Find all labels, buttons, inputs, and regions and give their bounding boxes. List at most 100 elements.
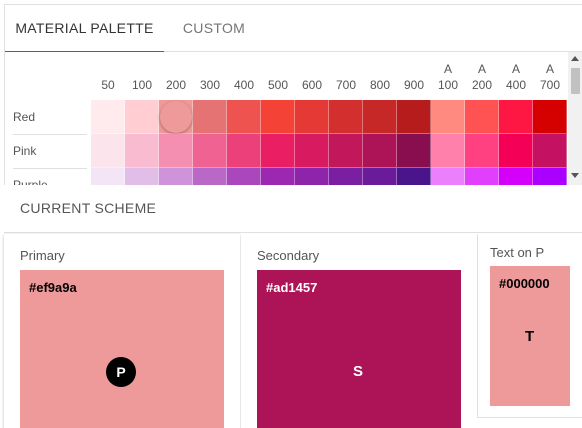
palette-color-swatch[interactable] [227, 168, 261, 185]
palette-color-swatch[interactable] [261, 100, 295, 134]
scroll-down-arrow-icon[interactable] [571, 173, 579, 178]
palette-color-swatch[interactable] [193, 168, 227, 185]
palette-color-swatch[interactable] [193, 100, 227, 134]
palette-color-swatch[interactable] [159, 100, 193, 134]
palette-column-header: A 100 [431, 52, 465, 100]
palette-column-header: 50 [91, 52, 125, 100]
palette-color-swatch[interactable] [397, 134, 431, 168]
palette-color-swatch[interactable] [363, 168, 397, 185]
column-header-shade: 800 [369, 78, 391, 92]
palette-row-label: Purple [13, 178, 48, 185]
column-header-shade: 400 [505, 78, 527, 92]
palette-row-label: Pink [13, 144, 37, 158]
palette-color-swatch[interactable] [499, 168, 533, 185]
palette-color-swatch[interactable] [193, 134, 227, 168]
palette-color-swatch[interactable] [329, 134, 363, 168]
palette-color-swatch[interactable] [261, 134, 295, 168]
palette-color-swatch[interactable] [499, 134, 533, 168]
palette-color-swatch[interactable] [159, 168, 193, 185]
palette-color-swatch[interactable] [465, 134, 499, 168]
current-scheme-heading: CURRENT SCHEME [20, 200, 157, 216]
palette-color-swatch[interactable] [295, 134, 329, 168]
column-header-accent: A [443, 62, 452, 76]
palette-column-header: 400 [227, 52, 261, 100]
column-header-shade: 500 [267, 78, 289, 92]
palette-color-swatch[interactable] [295, 168, 329, 185]
secondary-label: Secondary [257, 248, 320, 263]
palette-color-swatch[interactable] [499, 100, 533, 134]
tab-material-palette[interactable]: MATERIAL PALETTE [5, 5, 164, 52]
palette-color-swatch[interactable] [91, 100, 125, 134]
scroll-up-arrow-icon[interactable] [571, 56, 579, 61]
palette-color-swatch[interactable] [363, 134, 397, 168]
palette-column-header: 700 [329, 52, 363, 100]
palette-color-swatch[interactable] [295, 100, 329, 134]
column-header-shade: 100 [437, 78, 459, 92]
palette-column-header: 500 [261, 52, 295, 100]
palette-column-header: A 700 [533, 52, 567, 100]
palette-color-swatch[interactable] [363, 100, 397, 134]
palette-color-swatch[interactable] [533, 100, 567, 134]
scheme-divider [4, 232, 582, 233]
column-header-shade: 400 [233, 78, 255, 92]
palette-column-header: A 400 [499, 52, 533, 100]
palette-color-swatch[interactable] [465, 100, 499, 134]
palette-scrollbar[interactable] [568, 52, 582, 185]
text-on-primary-swatch[interactable]: #000000 T [490, 266, 570, 406]
palette-color-swatch[interactable] [159, 134, 193, 168]
palette-row-label: Red [13, 110, 36, 124]
secondary-letter: S [353, 363, 364, 380]
palette-color-swatch[interactable] [261, 168, 295, 185]
primary-color-card: Primary #ef9a9a P [4, 234, 240, 428]
column-header-accent: A [511, 62, 520, 76]
palette-color-swatch[interactable] [533, 168, 567, 185]
secondary-swatch[interactable]: #ad1457 S [257, 270, 461, 428]
color-palette-grid: 50 100 200 300 400 500 600 700 800 900 A 100 A 200 A 40… [4, 52, 582, 185]
secondary-hex: #ad1457 [266, 280, 318, 295]
palette-color-swatch[interactable] [125, 100, 159, 134]
column-header-shade: 50 [101, 78, 115, 92]
column-header-accent: A [545, 62, 554, 76]
palette-color-swatch[interactable] [431, 100, 465, 134]
column-header-shade: 700 [539, 78, 561, 92]
palette-color-swatch[interactable] [397, 100, 431, 134]
primary-swatch[interactable]: #ef9a9a P [20, 270, 224, 428]
text-on-primary-hex: #000000 [499, 276, 550, 291]
primary-label: Primary [20, 248, 65, 263]
column-header-shade: 600 [301, 78, 323, 92]
palette-color-swatch[interactable] [125, 134, 159, 168]
text-on-primary-label: Text on P [490, 245, 545, 260]
palette-color-swatch[interactable] [329, 168, 363, 185]
palette-color-swatch[interactable] [533, 134, 567, 168]
palette-color-swatch[interactable] [329, 100, 363, 134]
palette-color-swatch[interactable] [431, 168, 465, 185]
column-header-shade: 700 [335, 78, 357, 92]
tab-custom[interactable]: CUSTOM [164, 5, 264, 52]
palette-color-swatch[interactable] [91, 134, 125, 168]
column-header-accent: A [477, 62, 486, 76]
palette-column-header: A 200 [465, 52, 499, 100]
row-separator [13, 168, 87, 169]
tab-bar: MATERIAL PALETTE CUSTOM [4, 4, 582, 53]
palette-color-swatch[interactable] [227, 134, 261, 168]
palette-color-swatch[interactable] [465, 168, 499, 185]
scrollbar-thumb[interactable] [571, 68, 580, 94]
row-separator [13, 134, 87, 135]
column-header-shade: 200 [165, 78, 187, 92]
primary-hex: #ef9a9a [29, 280, 77, 295]
primary-badge: P [106, 357, 136, 387]
palette-column-header: 800 [363, 52, 397, 100]
palette-column-header: 100 [125, 52, 159, 100]
column-header-shade: 900 [403, 78, 425, 92]
text-on-primary-letter: T [525, 328, 535, 345]
column-header-shade: 200 [471, 78, 493, 92]
palette-color-swatch[interactable] [125, 168, 159, 185]
secondary-color-card: Secondary #ad1457 S [241, 234, 475, 428]
palette-color-swatch[interactable] [91, 168, 125, 185]
palette-color-swatch[interactable] [397, 168, 431, 185]
palette-column-header: 200 [159, 52, 193, 100]
palette-color-swatch[interactable] [431, 134, 465, 168]
palette-column-header: 300 [193, 52, 227, 100]
palette-color-swatch[interactable] [227, 100, 261, 134]
palette-column-header: 900 [397, 52, 431, 100]
